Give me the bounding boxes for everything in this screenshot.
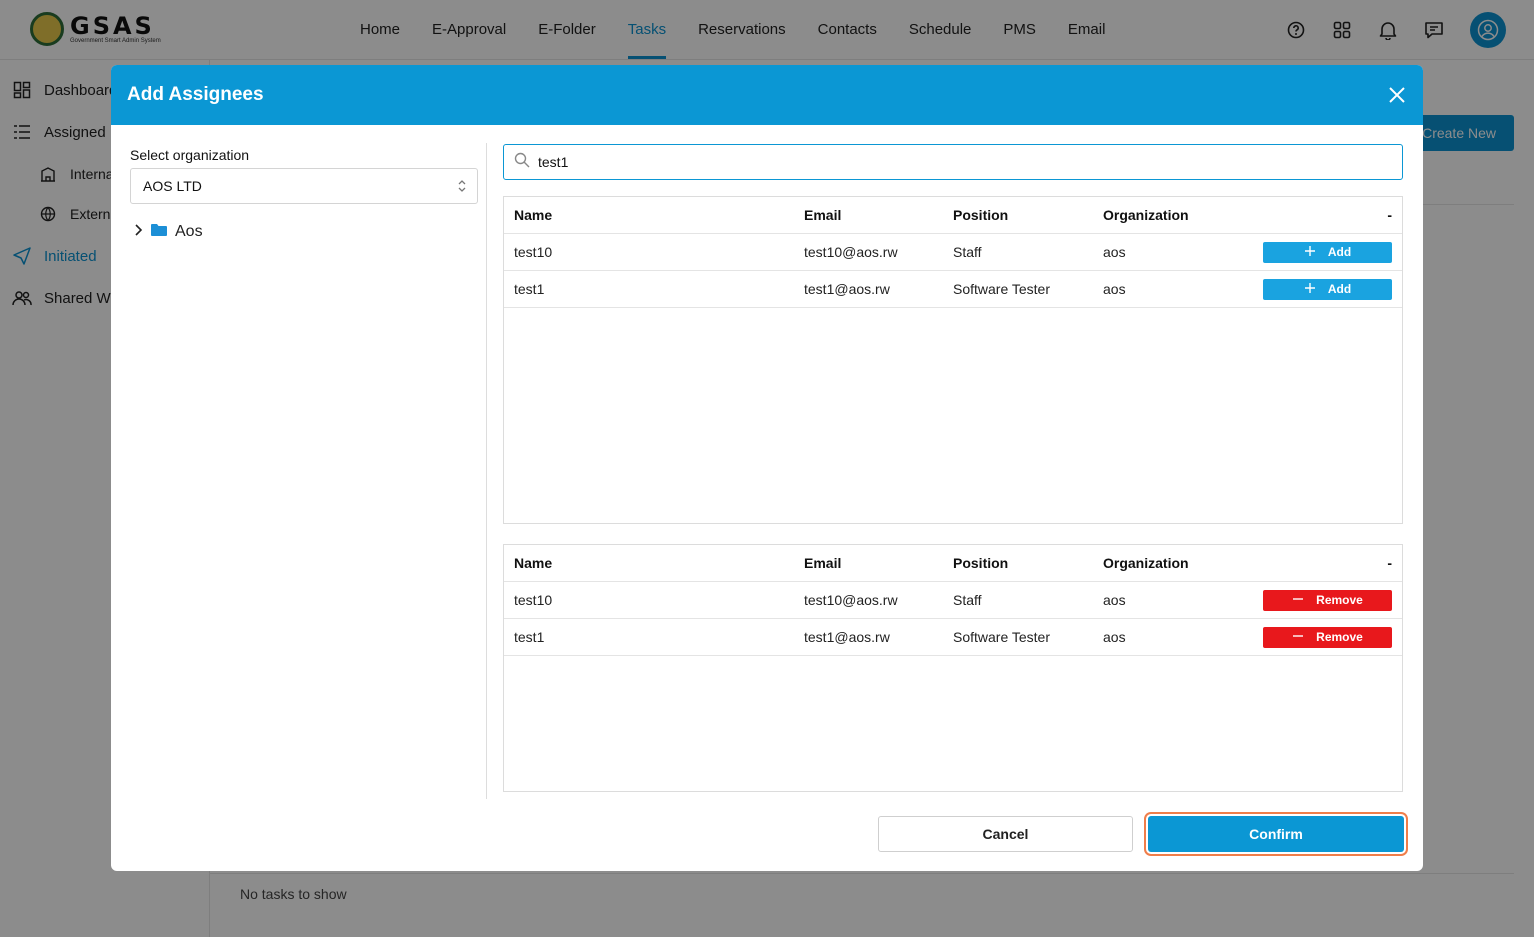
select-organization-label: Select organization bbox=[130, 147, 250, 163]
column-header-name: Name bbox=[514, 207, 553, 223]
cell-position: Software Tester bbox=[953, 629, 1051, 645]
table-row: test10 test10@aos.rw Staff aos Add bbox=[504, 234, 1402, 271]
add-button-label: Add bbox=[1327, 282, 1352, 296]
column-header-position: Position bbox=[953, 207, 1009, 223]
minus-icon bbox=[1292, 630, 1304, 645]
remove-button[interactable]: Remove bbox=[1263, 589, 1392, 611]
confirm-button[interactable]: Confirm bbox=[1148, 816, 1404, 852]
column-header-name: Name bbox=[514, 555, 553, 571]
table-row: test1 test1@aos.rw Software Tester aos R… bbox=[504, 619, 1402, 656]
app-root: GSAS Government Smart Admin System Home … bbox=[0, 0, 1534, 937]
cell-name: test1 bbox=[514, 629, 545, 645]
tree-node-label: Aos bbox=[175, 223, 203, 240]
minus-icon bbox=[1292, 593, 1304, 608]
selected-assignees-table: Name Email Position Organization - test1… bbox=[503, 544, 1403, 792]
table-header: Name Email Position Organization - bbox=[504, 197, 1402, 234]
cell-organization: aos bbox=[1103, 629, 1126, 645]
search-icon bbox=[514, 152, 530, 173]
search-box[interactable] bbox=[503, 144, 1403, 180]
cell-email: test1@aos.rw bbox=[804, 281, 890, 297]
table-header: Name Email Position Organization - bbox=[504, 545, 1402, 582]
column-header-email: Email bbox=[804, 555, 842, 571]
cell-position: Staff bbox=[953, 244, 982, 260]
pane-divider bbox=[486, 143, 487, 799]
modal-title: Add Assignees bbox=[127, 84, 264, 105]
table-row: test10 test10@aos.rw Staff aos Remove bbox=[504, 582, 1402, 619]
column-header-action: - bbox=[1387, 555, 1392, 571]
cell-name: test1 bbox=[514, 281, 545, 297]
cell-name: test10 bbox=[514, 244, 553, 260]
organization-select[interactable]: AOS LTD bbox=[130, 168, 478, 204]
cell-position: Software Tester bbox=[953, 281, 1051, 297]
search-input[interactable] bbox=[538, 154, 1378, 170]
add-assignees-modal: Add Assignees Select organization AOS LT… bbox=[111, 65, 1423, 871]
cell-organization: aos bbox=[1103, 281, 1126, 297]
table-row: test1 test1@aos.rw Software Tester aos A… bbox=[504, 271, 1402, 308]
modal-header: Add Assignees bbox=[111, 65, 1423, 125]
cancel-button[interactable]: Cancel bbox=[878, 816, 1133, 852]
plus-icon bbox=[1304, 282, 1316, 297]
cell-email: test10@aos.rw bbox=[804, 244, 898, 260]
organization-pane: Select organization AOS LTD Aos bbox=[130, 147, 478, 241]
remove-button[interactable]: Remove bbox=[1263, 626, 1392, 648]
column-header-organization: Organization bbox=[1103, 555, 1189, 571]
remove-button-label: Remove bbox=[1316, 630, 1363, 644]
chevron-right-icon[interactable] bbox=[133, 223, 143, 241]
updown-chevron-icon bbox=[457, 179, 467, 196]
column-header-position: Position bbox=[953, 555, 1009, 571]
org-tree-node[interactable]: Aos bbox=[130, 223, 478, 241]
add-button[interactable]: Add bbox=[1263, 278, 1392, 300]
column-header-action: - bbox=[1387, 207, 1392, 223]
cell-organization: aos bbox=[1103, 244, 1126, 260]
cell-position: Staff bbox=[953, 592, 982, 608]
column-header-organization: Organization bbox=[1103, 207, 1189, 223]
organization-select-value: AOS LTD bbox=[143, 178, 202, 194]
plus-icon bbox=[1304, 245, 1316, 260]
cell-email: test10@aos.rw bbox=[804, 592, 898, 608]
cell-email: test1@aos.rw bbox=[804, 629, 890, 645]
folder-icon bbox=[151, 223, 167, 241]
search-results-table: Name Email Position Organization - test1… bbox=[503, 196, 1403, 524]
cell-organization: aos bbox=[1103, 592, 1126, 608]
remove-button-label: Remove bbox=[1316, 593, 1363, 607]
cell-name: test10 bbox=[514, 592, 553, 608]
add-button[interactable]: Add bbox=[1263, 241, 1392, 263]
column-header-email: Email bbox=[804, 207, 842, 223]
close-icon[interactable] bbox=[1385, 83, 1409, 107]
add-button-label: Add bbox=[1327, 245, 1352, 259]
